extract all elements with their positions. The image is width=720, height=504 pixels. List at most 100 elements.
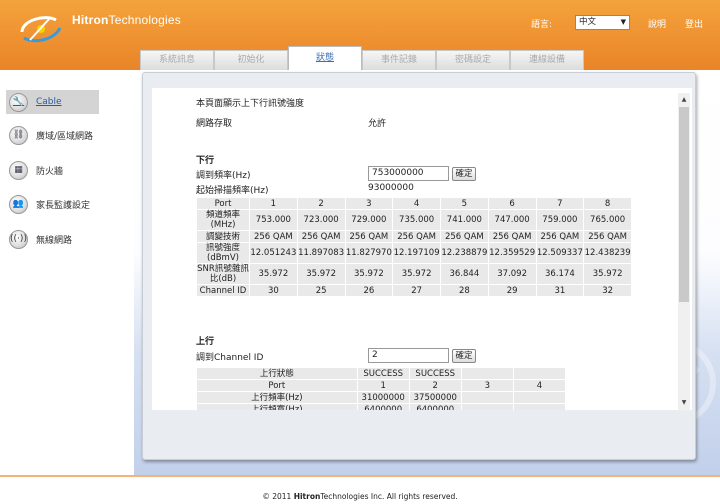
ds-freq-row: 頻道頻率(MHz) 753.000 723.000 729.000 735.000 741… <box>197 210 631 230</box>
ds-cell: 256 QAM <box>297 231 345 242</box>
upstream-title: 上行 <box>196 337 215 347</box>
ds-cell: 35.972 <box>393 264 440 284</box>
dropdown-arrow-icon: ▼ <box>620 18 626 26</box>
network-icon: ⛓ <box>9 125 28 145</box>
nav-item-cable[interactable]: 🔧 Cable <box>6 90 99 114</box>
ds-cell: 35.972 <box>250 264 297 284</box>
help-link[interactable]: 說明 <box>648 17 666 30</box>
us-cell <box>461 392 513 403</box>
tab-system-info[interactable]: 系統訊息 <box>140 50 214 70</box>
net-access-value: 允許 <box>368 119 387 129</box>
ds-cell: 36.844 <box>441 264 488 284</box>
us-row-header: 上行頻寬(Hz) <box>197 404 357 410</box>
ds-cell: 3 <box>345 198 393 209</box>
ds-confirm-button[interactable]: 確定 <box>452 167 476 181</box>
ds-chid-row: Channel ID 30 25 26 27 28 29 31 32 <box>197 285 631 296</box>
ds-cell: 35.972 <box>584 264 631 284</box>
brand-name: HitronTechnologies <box>72 13 181 27</box>
ds-cell: 37.092 <box>488 264 536 284</box>
us-cell: 31000000 <box>357 392 409 403</box>
hitron-logo-icon <box>20 16 62 43</box>
logout-link[interactable]: 登出 <box>685 17 703 30</box>
nav-item-wan-lan[interactable]: ⛓ 廣域/區域網路 <box>6 123 99 147</box>
ds-cell: 12.509337 <box>536 243 584 263</box>
ds-cell: 12.238879 <box>441 243 488 263</box>
ds-cell: 256 QAM <box>250 231 297 242</box>
us-row-header: 上行狀態 <box>197 368 357 379</box>
ds-cell: 1 <box>250 198 297 209</box>
ds-cell: 759.000 <box>536 210 584 230</box>
us-status-row: 上行狀態 SUCCESS SUCCESS <box>197 368 565 379</box>
us-cell <box>461 368 513 379</box>
us-cell: 4 <box>513 380 565 391</box>
tab-connected-devices[interactable]: 連線設備 <box>510 50 584 70</box>
ds-cell: 256 QAM <box>345 231 393 242</box>
us-confirm-button[interactable]: 確定 <box>452 349 476 363</box>
ds-cell: 29 <box>488 285 536 296</box>
ds-port-row: Port 1 2 3 4 5 6 7 8 <box>197 198 631 209</box>
us-cell: 6400000 <box>357 404 409 410</box>
ds-row-header: 訊號強度(dBmV) <box>197 243 249 263</box>
firewall-icon: ▦ <box>9 160 28 180</box>
language-value: 中文 <box>579 17 597 27</box>
ds-cell: 31 <box>536 285 584 296</box>
nav-item-firewall[interactable]: ▦ 防火牆 <box>6 158 99 182</box>
ds-freq-label: 調到頻率(Hz) <box>196 171 251 181</box>
us-bw-row: 上行頻寬(Hz) 6400000 6400000 <box>197 404 565 410</box>
ds-cell: 35.972 <box>345 264 393 284</box>
scroll-down-icon[interactable]: ▼ <box>679 398 689 408</box>
ds-cell: 256 QAM <box>536 231 584 242</box>
ds-cell: 25 <box>297 285 345 296</box>
ds-cell: 7 <box>536 198 584 209</box>
nav-label: 家長監護設定 <box>36 200 91 211</box>
tab-password[interactable]: 密碼設定 <box>436 50 510 70</box>
tab-status[interactable]: 狀態 <box>288 46 362 70</box>
wrench-icon: 🔧 <box>9 92 28 112</box>
language-select[interactable]: 中文 ▼ <box>575 15 630 30</box>
ds-cell: 32 <box>584 285 631 296</box>
ds-cell: 12.359529 <box>488 243 536 263</box>
us-row-header: Port <box>197 380 357 391</box>
bottom-divider <box>0 475 720 477</box>
us-chid-input[interactable]: 2 <box>368 348 449 363</box>
ds-cell: 2 <box>297 198 345 209</box>
ds-cell: 5 <box>441 198 488 209</box>
scroll-up-icon[interactable]: ▲ <box>679 95 689 105</box>
downstream-table: Port 1 2 3 4 5 6 7 8 頻道頻率(MHz) 753.000 723.000 729.0… <box>196 197 632 297</box>
left-nav: 🔧 Cable ⛓ 廣域/區域網路 ▦ 防火牆 👥 家長監護設定 ((·)) 無… <box>0 70 134 475</box>
ds-cell: 8 <box>584 198 631 209</box>
ds-cell: 735.000 <box>393 210 440 230</box>
ds-mod-row: 調變技術 256 QAM 256 QAM 256 QAM 256 QAM 256 QAM 2… <box>197 231 631 242</box>
upstream-table: 上行狀態 SUCCESS SUCCESS Port 1 2 3 4 上行頻率(Hz) 310000… <box>196 367 566 410</box>
vertical-scrollbar[interactable]: ▲ ▼ <box>678 93 690 411</box>
ds-freq-input[interactable]: 753000000 <box>368 166 449 181</box>
ds-cell: 11.897083 <box>297 243 345 263</box>
ds-cell: 256 QAM <box>393 231 440 242</box>
nav-item-parental-control[interactable]: 👥 家長監護設定 <box>6 192 99 216</box>
tab-event-log[interactable]: 事件記錄 <box>362 50 436 70</box>
ds-cell: 256 QAM <box>488 231 536 242</box>
status-scroll-area[interactable]: 本頁面顯示上下行訊號強度 網路存取 允許 下行 調到頻率(Hz) 7530000… <box>152 88 692 410</box>
tab-initialize[interactable]: 初始化 <box>214 50 288 70</box>
ds-cell: 729.000 <box>345 210 393 230</box>
page-intro: 本頁面顯示上下行訊號強度 <box>196 99 305 109</box>
us-cell: SUCCESS <box>357 368 409 379</box>
nav-label: 防火牆 <box>36 166 64 177</box>
us-cell: 1 <box>357 380 409 391</box>
scrollbar-thumb[interactable] <box>679 107 689 302</box>
ds-row-header: Channel ID <box>197 285 249 296</box>
us-cell: 2 <box>409 380 461 391</box>
us-cell: SUCCESS <box>409 368 461 379</box>
nav-item-wireless[interactable]: ((·)) 無線網路 <box>6 227 99 251</box>
nav-label: Cable <box>36 97 62 107</box>
ds-cell: 26 <box>345 285 393 296</box>
us-cell: 3 <box>461 380 513 391</box>
start-scan-label: 起始掃描頻率(Hz) <box>196 186 269 196</box>
downstream-title: 下行 <box>196 156 215 166</box>
start-scan-value: 93000000 <box>368 183 414 193</box>
ds-cell: 11.827970 <box>345 243 393 263</box>
ds-cell: 28 <box>441 285 488 296</box>
ds-cell: 753.000 <box>250 210 297 230</box>
parents-icon: 👥 <box>9 194 28 214</box>
ds-snr-row: SNR訊號雜訊比(dB) 35.972 35.972 35.972 35.972 36.8… <box>197 264 631 284</box>
